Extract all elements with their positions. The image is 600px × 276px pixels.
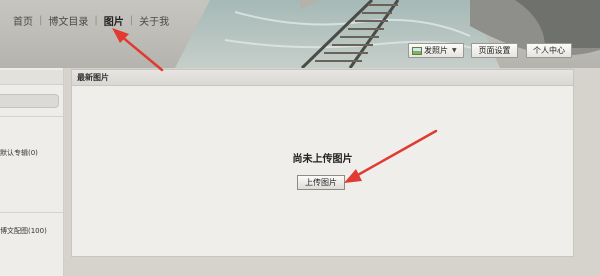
post-photo-button[interactable]: 发照片 ▼ — [408, 43, 464, 58]
blog-header: 首页 | 博文目录 | 图片 | 关于我 发照片 ▼ 页面设置 个人中心 — [0, 0, 600, 68]
sidebar-divider — [0, 212, 63, 213]
album-name: 博文配图 — [0, 227, 28, 235]
nav-separator: | — [129, 14, 134, 26]
album-default[interactable]: 默认专辑(0) — [0, 148, 38, 158]
dropdown-caret-icon: ▼ — [452, 47, 457, 54]
panel-title: 最新图片 — [72, 70, 573, 86]
nav-separator: | — [39, 14, 43, 26]
sidebar-search-field[interactable] — [0, 94, 59, 108]
nav-separator: | — [94, 14, 98, 26]
nav-about-me[interactable]: 关于我 — [136, 13, 172, 28]
sidebar-divider — [0, 116, 63, 117]
album-blog-images[interactable]: 博文配图(100) — [0, 226, 47, 236]
album-name: 默认专辑 — [0, 149, 28, 157]
album-count: (0) — [28, 149, 38, 157]
nav-pictures[interactable]: 图片 — [101, 13, 127, 28]
nav-blog-directory[interactable]: 博文目录 — [45, 13, 91, 28]
nav-home[interactable]: 首页 — [10, 13, 36, 28]
sidebar-header — [0, 70, 63, 85]
post-photo-label: 发照片 — [424, 46, 448, 55]
empty-state-message: 尚未上传图片 — [292, 154, 353, 165]
page-settings-button[interactable]: 页面设置 — [471, 43, 518, 58]
picture-icon — [412, 46, 422, 55]
top-nav: 首页 | 博文目录 | 图片 | 关于我 — [10, 12, 172, 28]
left-sidebar: 默认专辑(0) 博文配图(100) — [0, 68, 64, 276]
album-count: (100) — [28, 227, 47, 235]
latest-pictures-panel: 最新图片 尚未上传图片 上传图片 — [71, 69, 574, 257]
personal-center-button[interactable]: 个人中心 — [526, 43, 572, 58]
upload-pictures-button[interactable]: 上传图片 — [297, 175, 345, 190]
